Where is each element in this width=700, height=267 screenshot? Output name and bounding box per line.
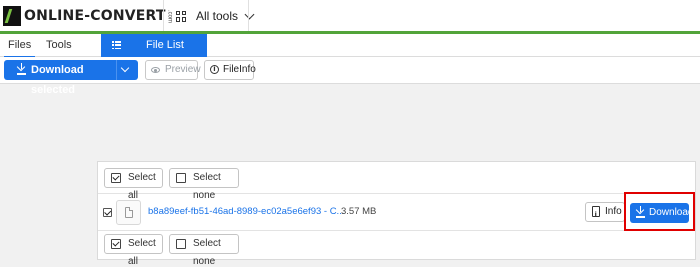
checked-box-icon bbox=[111, 239, 121, 249]
checked-box-icon bbox=[111, 173, 121, 183]
select-all-label: Select all bbox=[128, 238, 156, 267]
button-divider bbox=[116, 60, 117, 80]
header-divider bbox=[163, 0, 164, 31]
grid-icon bbox=[176, 10, 187, 22]
file-list-panel: Select all Select none b8a89eef-fb51-46a… bbox=[97, 161, 696, 267]
file-info-button[interactable]: Info bbox=[585, 202, 625, 224]
tab-files[interactable]: Files bbox=[3, 34, 36, 58]
eye-icon bbox=[151, 67, 160, 73]
preview-button[interactable]: Preview bbox=[145, 60, 201, 80]
file-checkbox[interactable] bbox=[103, 208, 112, 217]
file-info-label: Info bbox=[605, 206, 622, 217]
file-size: 3.57 MB bbox=[341, 206, 377, 217]
info-icon: i bbox=[210, 65, 219, 74]
logo-text: ONLINE-CONVERT bbox=[24, 8, 166, 24]
file-row: b8a89eef-fb51-46ad-8989-ec02a5e6ef93 - C… bbox=[98, 194, 695, 231]
header-divider bbox=[248, 0, 249, 31]
logo-icon bbox=[3, 6, 21, 26]
highlight-annotation bbox=[624, 192, 695, 231]
empty-box-icon bbox=[176, 173, 186, 183]
download-selected-label: Download selected bbox=[31, 64, 84, 96]
online-convert-logo[interactable]: ONLINE-CONVERT .com bbox=[3, 5, 173, 27]
file-thumbnail bbox=[116, 200, 141, 225]
select-none-button[interactable]: Select none bbox=[169, 168, 239, 201]
list-icon bbox=[112, 41, 121, 50]
empty-box-icon bbox=[176, 239, 186, 249]
file-info-icon bbox=[592, 206, 600, 224]
chevron-down-icon bbox=[244, 9, 255, 19]
app-header: ONLINE-CONVERT .com All tools bbox=[0, 0, 700, 31]
download-selected-button[interactable]: Download selected bbox=[4, 60, 115, 96]
tab-file-list-label: File List bbox=[146, 39, 184, 51]
selection-bar-bottom: Select all Select none bbox=[98, 231, 695, 267]
all-tools-menu[interactable]: All tools bbox=[176, 8, 255, 24]
file-name-link[interactable]: b8a89eef-fb51-46ad-8989-ec02a5e6ef93 - C… bbox=[148, 206, 344, 217]
selection-bar-top: Select all Select none bbox=[98, 162, 695, 201]
select-none-label: Select none bbox=[193, 238, 221, 267]
chevron-down-icon[interactable] bbox=[120, 63, 130, 73]
fileinfo-button[interactable]: i FileInfo bbox=[204, 60, 256, 80]
tab-bar: Files Tools File List bbox=[0, 34, 700, 58]
tab-file-list[interactable]: File List bbox=[101, 34, 207, 57]
download-icon bbox=[17, 63, 26, 75]
logo-tld: .com bbox=[166, 10, 173, 24]
file-icon bbox=[125, 207, 133, 218]
all-tools-label: All tools bbox=[196, 9, 239, 23]
download-selected-group: Download selected bbox=[4, 60, 138, 96]
select-all-button[interactable]: Select all bbox=[104, 168, 163, 201]
fileinfo-label: FileInfo bbox=[223, 64, 256, 75]
select-none-button[interactable]: Select none bbox=[169, 234, 239, 267]
toolbar: Download selected Preview i FileInfo bbox=[0, 57, 700, 96]
preview-label: Preview bbox=[165, 64, 201, 75]
select-all-button[interactable]: Select all bbox=[104, 234, 163, 267]
tab-tools[interactable]: Tools bbox=[46, 34, 72, 57]
